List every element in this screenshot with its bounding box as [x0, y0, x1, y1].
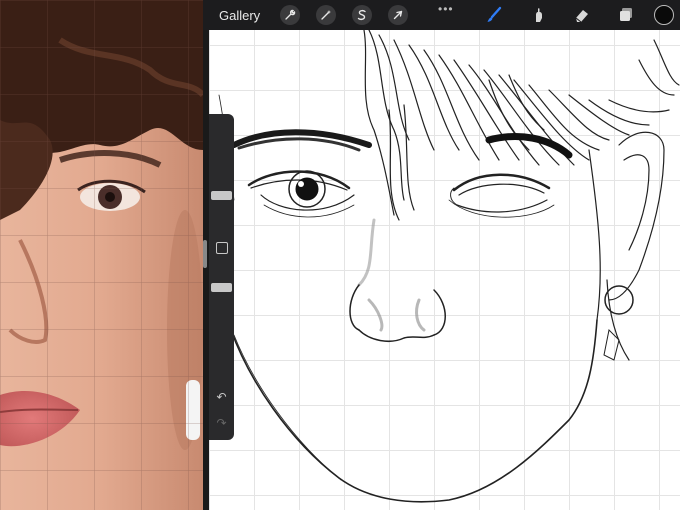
adjustments-button[interactable]: [316, 5, 337, 25]
face-outline: [218, 94, 601, 503]
transform-arrow-icon: [393, 10, 403, 20]
gallery-button[interactable]: Gallery: [219, 8, 260, 23]
layers-icon: [620, 8, 632, 21]
color-picker-swatch[interactable]: [654, 5, 674, 25]
reference-photo: [0, 0, 203, 510]
selection-button[interactable]: [352, 5, 373, 25]
hair-strokes: [363, 29, 680, 221]
left-eye-sketch: [247, 170, 355, 218]
actions-button[interactable]: [280, 5, 301, 25]
face-sketch: [218, 29, 680, 503]
eraser-tool-button[interactable]: [569, 4, 595, 26]
right-eye-sketch: [448, 173, 555, 218]
smudge-tool-button[interactable]: [525, 4, 551, 26]
drawing-canvas[interactable]: [209, 0, 680, 510]
wrench-icon: [285, 9, 296, 20]
more-menu-dots[interactable]: •••: [438, 2, 454, 16]
eraser-icon: [575, 10, 588, 23]
brush-size-slider[interactable]: [211, 191, 232, 200]
top-toolbar: Gallery •••: [203, 0, 680, 30]
ear-sketch: [603, 131, 665, 361]
selection-s-icon: [357, 9, 366, 21]
smudge-icon: [536, 8, 542, 22]
redo-button[interactable]: ↷: [214, 416, 229, 431]
layers-button[interactable]: [613, 4, 639, 26]
brush-icon: [487, 6, 502, 22]
reference-photo-art: [0, 0, 203, 510]
magic-wand-icon: [321, 10, 332, 20]
transform-button[interactable]: [388, 5, 409, 25]
split-view-handle[interactable]: [203, 240, 207, 268]
right-toolset: [472, 0, 680, 30]
nose-sketch: [349, 218, 446, 342]
brush-tool-button[interactable]: [481, 4, 507, 26]
modify-button[interactable]: [216, 242, 228, 254]
brush-opacity-slider[interactable]: [211, 283, 232, 293]
undo-button[interactable]: ↶: [214, 390, 229, 405]
brush-sidebar: ↶ ↷: [209, 114, 234, 440]
